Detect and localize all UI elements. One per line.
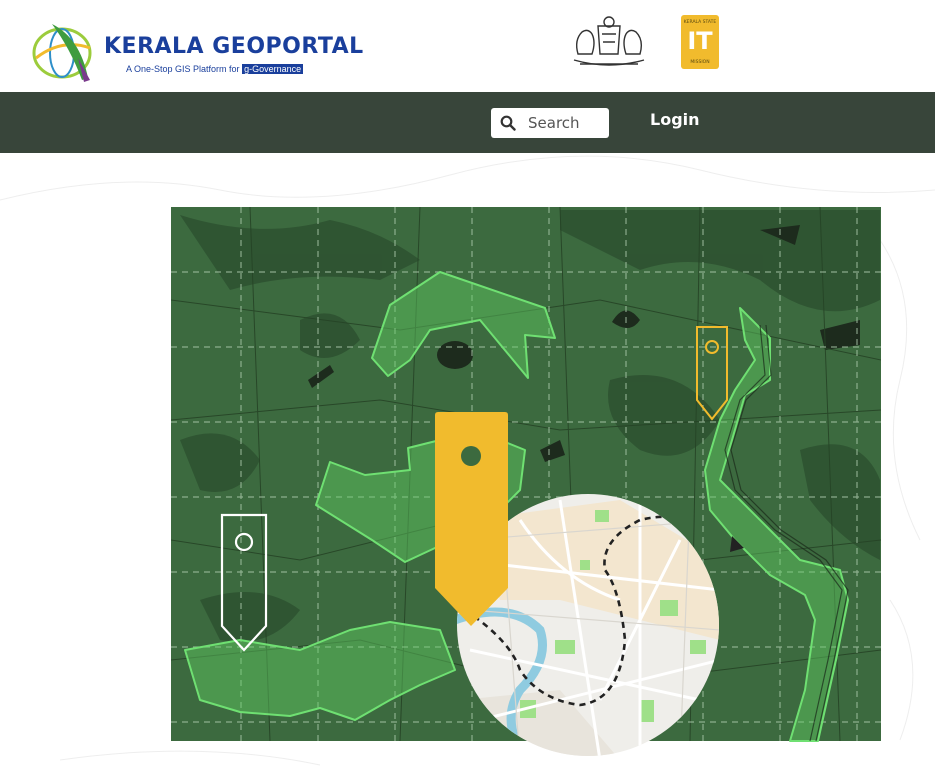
it-logo-bottom: MISSION <box>690 59 709 65</box>
map-pin-icon <box>435 412 508 626</box>
search-input[interactable]: Search <box>528 114 580 132</box>
search-icon <box>500 115 516 131</box>
logo-tagline-highlight: g-Governance <box>242 64 304 74</box>
logo-title: KERALA GEOPORTAL <box>104 34 364 59</box>
logo-tagline: A One-Stop GIS Platform for g-Governance <box>126 64 304 74</box>
it-logo-mid: IT <box>687 27 713 55</box>
logo-tagline-text: A One-Stop GIS Platform for <box>126 64 240 74</box>
site-header: KERALA GEOPORTAL A One-Stop GIS Platform… <box>0 0 935 92</box>
hero-map-illustration <box>0 155 935 766</box>
globe-leaf-icon <box>32 24 92 82</box>
top-navbar <box>0 92 935 153</box>
kerala-geoportal-logo[interactable]: KERALA GEOPORTAL A One-Stop GIS Platform… <box>30 18 363 88</box>
kerala-emblem <box>573 16 645 66</box>
login-link[interactable]: Login <box>650 110 700 129</box>
it-logo-top: KERALA STATE <box>684 19 717 25</box>
search-box[interactable]: Search <box>491 108 609 138</box>
kerala-it-mission-logo: KERALA STATE IT MISSION <box>681 15 719 69</box>
